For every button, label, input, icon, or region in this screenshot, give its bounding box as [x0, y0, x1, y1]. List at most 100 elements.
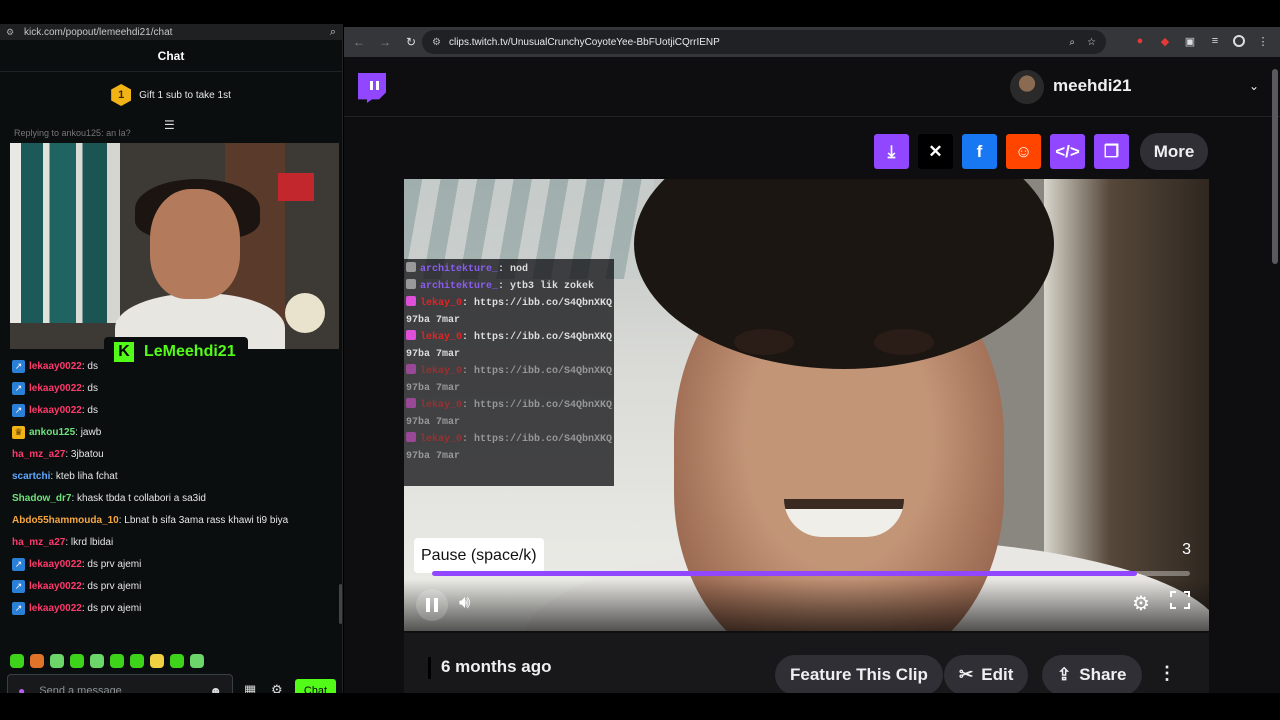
chat-username[interactable]: lekaay0022 — [29, 361, 82, 372]
message-input[interactable] — [39, 685, 210, 693]
webcam-preview — [10, 143, 339, 349]
emote-icon[interactable] — [50, 654, 64, 668]
kebab-menu-icon[interactable]: ⋮ — [1158, 663, 1176, 684]
pinned-collapse-icon[interactable]: ☰ — [164, 118, 175, 132]
overlay-chat-line: lekay_0: https://ibb.co/S4QbnXKQ — [406, 295, 612, 312]
download-button[interactable]: ⤓ — [874, 134, 909, 169]
video-player[interactable]: architekture_: nod architekture_: ytb3 li… — [404, 179, 1209, 631]
chat-message: ha_mz_a27: lkrd lbidai — [12, 531, 332, 553]
chat-username[interactable]: Shadow_dr7 — [12, 493, 71, 504]
zoom-icon[interactable]: ⌕ — [330, 26, 336, 39]
share-button[interactable]: ⇪ Share — [1042, 655, 1142, 693]
chat-scrollbar[interactable] — [339, 584, 342, 624]
address-bar[interactable]: ⚙ clips.twitch.tv/UnusualCrunchyCoyoteYe… — [422, 30, 1106, 54]
muted-badge-icon — [406, 279, 416, 289]
pause-icon — [426, 598, 430, 612]
overlay-chat-user: lekay_0 — [420, 298, 463, 309]
overlay-chat-user: lekay_0 — [420, 332, 463, 343]
emote-icon[interactable] — [170, 654, 184, 668]
overlay-chat-user: architekture_ — [420, 281, 499, 292]
overlay-chat-line: 97ba 7mar — [406, 414, 612, 431]
facebook-share-button[interactable]: f — [962, 134, 997, 169]
forward-icon[interactable]: → — [378, 35, 392, 49]
reddit-share-button[interactable]: ☺ — [1006, 134, 1041, 169]
pause-button[interactable] — [416, 589, 448, 621]
url-text: clips.twitch.tv/UnusualCrunchyCoyoteYee-… — [448, 36, 720, 48]
extension-badge-icon[interactable]: ◆ — [1158, 34, 1172, 48]
overlay-chat-user: architekture_ — [420, 264, 499, 275]
emoji-picker-icon[interactable]: ☻ — [209, 684, 222, 693]
emote-icon[interactable] — [190, 654, 204, 668]
heart-badge-icon — [406, 398, 416, 408]
chat-username[interactable]: lekaay0022 — [29, 559, 82, 570]
chat-username[interactable]: scartchi — [12, 471, 50, 482]
channel-avatar[interactable] — [1010, 70, 1044, 104]
chat-username[interactable]: lekaay0022 — [29, 603, 82, 614]
chat-username[interactable]: Abdo55hammouda_10 — [12, 515, 119, 526]
chat-send-button[interactable]: Chat — [295, 679, 336, 693]
progress-bar[interactable] — [432, 571, 1190, 576]
left-address-bar[interactable]: ⚙ kick.com/popout/lemeehdi21/chat ⌕ — [0, 24, 342, 40]
emote-icon[interactable] — [150, 654, 164, 668]
pause-icon — [434, 598, 438, 612]
bookmark-star-icon[interactable]: ☆ — [1087, 37, 1096, 48]
chat-text: : Lbnat b sifa 3ama rass khawi ti9 biya — [118, 514, 289, 526]
fullscreen-icon[interactable] — [1170, 591, 1190, 609]
overlay-chat-line: 97ba 7mar — [406, 346, 612, 363]
overlay-chat-text: https://ibb.co/S4QbnXKQ — [474, 366, 613, 377]
profile-icon[interactable] — [1233, 35, 1245, 47]
edit-button[interactable]: ✂ Edit — [944, 655, 1029, 693]
edit-label: Edit — [981, 665, 1014, 684]
overlay-chat-text: https://ibb.co/S4QbnXKQ — [474, 298, 613, 309]
chat-text: : ds — [81, 360, 98, 372]
overlay-chat-line: 97ba 7mar — [406, 448, 612, 465]
copy-link-button[interactable]: ❐ — [1094, 134, 1129, 169]
clip-age: 6 months ago — [441, 657, 552, 676]
embed-code-button[interactable]: </> — [1050, 134, 1085, 169]
chat-text: : kteb liha fchat — [50, 470, 118, 482]
chat-username[interactable]: ha_mz_a27 — [12, 537, 65, 548]
site-settings-icon[interactable]: ⚙ — [6, 27, 16, 38]
chat-username[interactable]: lekaay0022 — [29, 405, 82, 416]
more-share-button[interactable]: More — [1140, 133, 1208, 170]
settings-gear-icon[interactable]: ⚙ — [1132, 591, 1150, 616]
emote-icon[interactable] — [70, 654, 84, 668]
extensions-puzzle-icon[interactable]: ▣ — [1183, 34, 1197, 48]
extension-red-icon[interactable]: ● — [1133, 34, 1147, 48]
chat-username[interactable]: ankou125 — [29, 427, 75, 438]
gift-sub-banner[interactable]: 1 Gift 1 sub to take 1st — [0, 72, 342, 118]
chat-text: : ds — [81, 382, 98, 394]
channel-name[interactable]: meehdi21 — [1053, 76, 1131, 96]
browser-menu-icon[interactable]: ⋮ — [1256, 34, 1270, 48]
microphone-icon[interactable]: ● — [18, 684, 25, 693]
site-info-icon[interactable]: ⚙ — [432, 37, 441, 48]
emote-icon[interactable] — [110, 654, 124, 668]
subscriber-badge-icon: ↗ — [12, 557, 25, 571]
emote-icon[interactable] — [90, 654, 104, 668]
x-share-button[interactable]: ✕ — [918, 134, 953, 169]
chat-username[interactable]: ha_mz_a27 — [12, 449, 65, 460]
page-scrollbar[interactable] — [1272, 69, 1278, 264]
chat-username[interactable]: lekaay0022 — [29, 581, 82, 592]
media-queue-icon[interactable]: ≡ — [1208, 34, 1222, 48]
reply-context: Replying to ankou125: an la? — [14, 128, 131, 138]
emote-icon[interactable] — [130, 654, 144, 668]
chat-username[interactable]: lekaay0022 — [29, 383, 82, 394]
store-icon[interactable]: ▦ — [244, 682, 256, 693]
chat-message: ha_mz_a27: 3jbatou — [12, 443, 332, 465]
chat-settings-gear-icon[interactable]: ⚙ — [271, 682, 283, 693]
volume-icon[interactable]: 🔊︎ — [459, 592, 470, 613]
emote-icon[interactable] — [10, 654, 24, 668]
feature-clip-button[interactable]: Feature This Clip — [775, 655, 943, 693]
gift-text: Gift 1 sub to take 1st — [139, 89, 231, 101]
overlay-chat-text: 97ba 7mar — [406, 417, 461, 428]
chat-message: ↗ lekaay0022: ds prv ajemi — [12, 553, 332, 575]
reload-icon[interactable]: ↻ — [404, 35, 418, 49]
overlay-chat-line: lekay_0: https://ibb.co/S4QbnXKQ — [406, 431, 612, 448]
message-composer[interactable]: ● ☻ — [7, 674, 233, 693]
twitch-logo-icon[interactable] — [358, 73, 386, 103]
emote-icon[interactable] — [30, 654, 44, 668]
zoom-icon[interactable]: ⌕ — [1069, 37, 1075, 48]
chevron-down-icon[interactable]: ⌄ — [1249, 79, 1259, 93]
back-icon[interactable]: ← — [352, 35, 366, 49]
